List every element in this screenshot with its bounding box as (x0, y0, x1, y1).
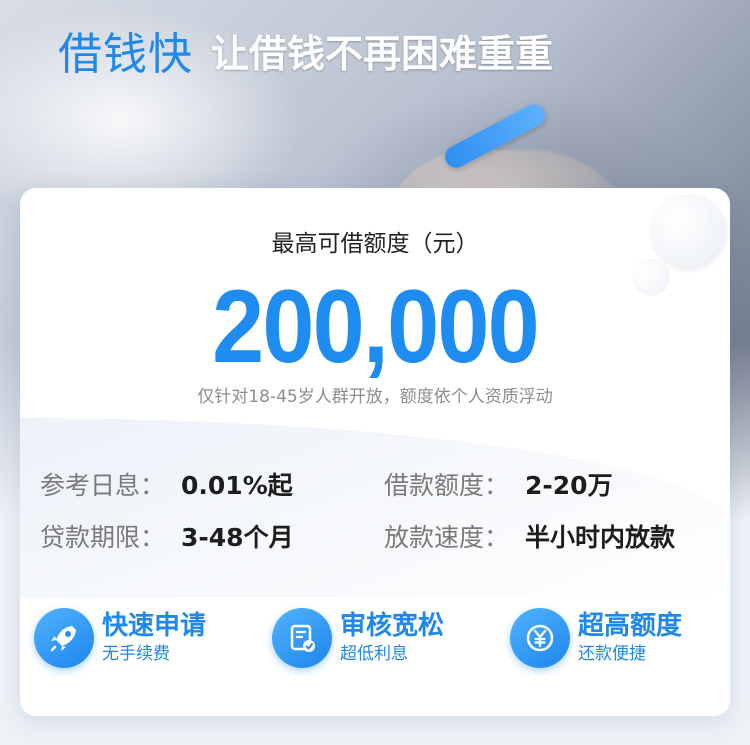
daily-rate-label: 参考日息： (40, 471, 166, 500)
decorative-wave (20, 418, 730, 598)
feature-list: 快速申请 无手续费 审核宽松 超低利息 超高额度 还款便捷 (34, 608, 724, 678)
document-check-icon (272, 608, 332, 668)
slogan: 让借钱不再困难重重 (211, 31, 554, 76)
loan-amount-value: 2-20万 (525, 471, 613, 500)
disbursement-speed-value: 半小时内放款 (525, 523, 676, 552)
daily-rate-value: 0.01%起 (181, 471, 293, 500)
disbursement-speed-label: 放款速度： (384, 523, 510, 552)
daily-rate-row: 参考日息： 0.01%起 (40, 466, 293, 502)
feature-title: 超高额度 (578, 611, 683, 641)
disbursement-speed-row: 放款速度： 半小时内放款 (384, 518, 675, 554)
feature-subtitle: 无手续费 (102, 644, 170, 664)
limit-label: 最高可借额度（元） (271, 231, 479, 257)
yuan-coin-icon (510, 608, 570, 668)
feature-quick-apply[interactable]: 快速申请 无手续费 (34, 608, 206, 668)
feature-title: 快速申请 (102, 611, 207, 641)
max-amount: 200,000 (212, 269, 540, 385)
feature-subtitle: 还款便捷 (578, 644, 646, 664)
feature-high-limit[interactable]: 超高额度 还款便捷 (510, 608, 682, 668)
loan-term-value: 3-48个月 (181, 523, 294, 552)
loan-amount-row: 借款额度： 2-20万 (384, 466, 613, 502)
feature-easy-review[interactable]: 审核宽松 超低利息 (272, 608, 444, 668)
feature-title: 审核宽松 (340, 611, 445, 641)
eligibility-note: 仅针对18-45岁人群开放，额度依个人资质浮动 (197, 387, 553, 407)
rocket-icon (34, 608, 94, 668)
loan-card: 最高可借额度（元） 200,000 仅针对18-45岁人群开放，额度依个人资质浮… (20, 188, 730, 716)
loan-amount-label: 借款额度： (384, 471, 510, 500)
loan-term-row: 贷款期限： 3-48个月 (40, 518, 294, 554)
header: 借钱快 让借钱不再困难重重 (58, 18, 553, 82)
brand-title: 借钱快 (58, 30, 193, 79)
loan-term-label: 贷款期限： (40, 523, 166, 552)
feature-subtitle: 超低利息 (340, 644, 408, 664)
